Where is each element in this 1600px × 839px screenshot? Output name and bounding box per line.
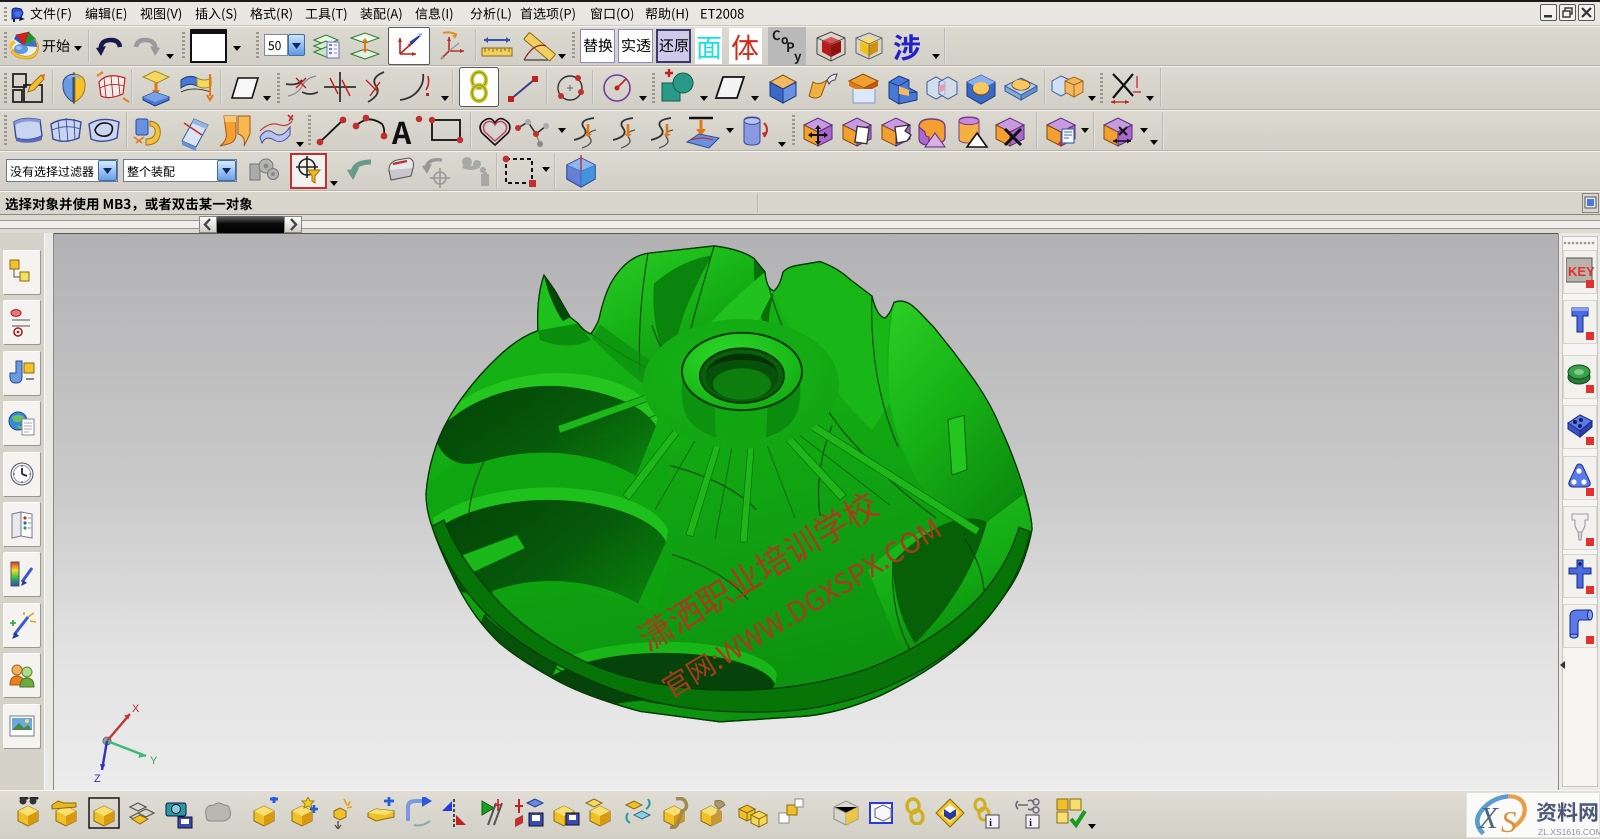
svg-text:i: i	[1029, 817, 1032, 829]
svg-text:i: i	[989, 817, 992, 829]
svg-text:Y: Y	[150, 755, 158, 767]
svg-text:S: S	[1501, 804, 1517, 838]
svg-text:Z: Z	[94, 773, 101, 785]
svg-text:X: X	[1477, 800, 1499, 835]
svg-text:KEY: KEY	[1568, 264, 1594, 279]
svg-text:X: X	[132, 703, 140, 715]
